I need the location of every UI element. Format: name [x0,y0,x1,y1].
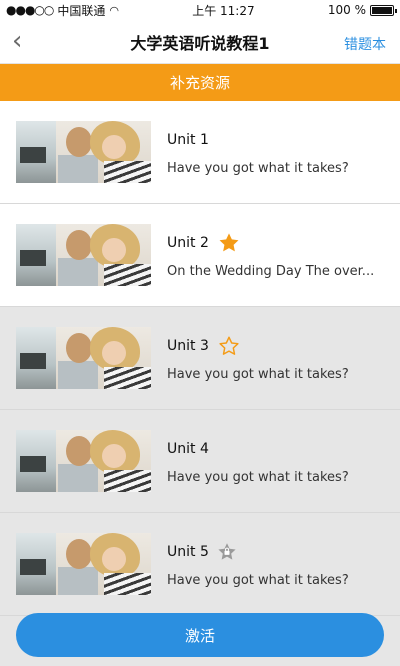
unit-row-1[interactable]: Unit 1 Have you got what it takes? [0,101,400,204]
wrong-answers-button[interactable]: 错题本 [344,34,386,54]
lock-star-icon [217,542,237,562]
unit-title: Unit 2 [167,234,209,251]
unit-title: Unit 3 [167,337,209,354]
unit-subtitle: Have you got what it takes? [167,160,349,176]
star-filled-icon[interactable] [217,232,241,254]
status-time: 上午 11:27 [192,3,255,18]
unit-title: Unit 5 [167,543,209,560]
unit-thumbnail [16,121,151,183]
activate-button-label: 激活 [184,626,215,645]
unit-row-4[interactable]: Unit 4 Have you got what it takes? [0,410,400,513]
wifi-icon: ◠ [109,3,119,17]
unit-title: Unit 4 [167,440,209,457]
unit-subtitle: Have you got what it takes? [167,469,349,485]
unit-thumbnail [16,430,151,492]
nav-bar: ‹ 大学英语听说教程1 错题本 [0,20,400,64]
carrier-label: 中国联通 [57,3,106,18]
chevron-left-icon[interactable]: ‹ [12,26,22,56]
supplementary-resources-bar[interactable]: 补充资源 [0,64,400,101]
unit-thumbnail [16,533,151,595]
unit-thumbnail [16,224,151,286]
unit-subtitle: On the Wedding Day The over... [167,263,375,279]
unit-list: Unit 1 Have you got what it takes? Unit … [0,101,400,616]
status-right: 100 % [327,3,397,17]
supplementary-resources-label: 补充资源 [169,74,230,92]
unit-row-5[interactable]: Unit 5 Have you got what it takes? [0,513,400,616]
battery-icon [369,4,397,16]
unit-thumbnail [16,327,151,389]
status-left: ●●●○○ 中国联通 ◠ [6,2,119,19]
unit-subtitle: Have you got what it takes? [167,366,349,382]
star-outline-icon[interactable] [217,335,241,357]
activate-button[interactable]: 激活 [16,613,384,657]
battery-percent: 100 % [327,3,366,17]
unit-row-2[interactable]: Unit 2 On the Wedding Day The over... [0,204,400,307]
unit-subtitle: Have you got what it takes? [167,572,349,588]
status-bar: ●●●○○ 中国联通 ◠ 上午 11:27 100 % [0,0,400,20]
page-title: 大学英语听说教程1 [130,33,270,53]
unit-row-3[interactable]: Unit 3 Have you got what it takes? [0,307,400,410]
signal-icon: ●●●○○ [6,3,54,17]
unit-title: Unit 1 [167,131,209,148]
